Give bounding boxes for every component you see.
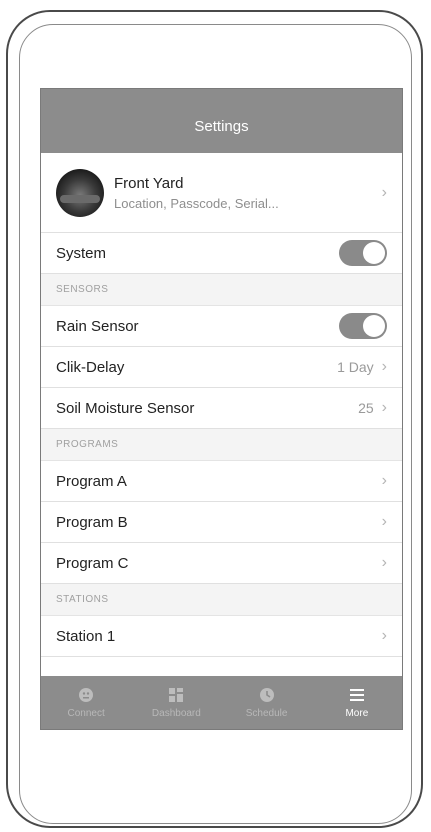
- menu-icon: [349, 686, 365, 704]
- tab-schedule[interactable]: Schedule: [227, 686, 307, 719]
- clock-icon: [259, 686, 275, 704]
- section-header-programs: PROGRAMS: [41, 429, 402, 461]
- program-c-label: Program C: [56, 554, 129, 572]
- connect-icon: [78, 686, 94, 704]
- station-row[interactable]: Station 1 ›: [41, 616, 402, 657]
- system-row: System: [41, 233, 402, 274]
- tab-bar: Connect Dashboard Schedule More: [41, 676, 402, 729]
- chevron-right-icon: ›: [381, 472, 387, 489]
- tab-more-label: More: [345, 708, 369, 719]
- profile-text: Front Yard Location, Passcode, Serial...: [114, 175, 382, 211]
- soil-moisture-row[interactable]: Soil Moisture Sensor 25 ›: [41, 388, 402, 429]
- system-label: System: [56, 244, 107, 262]
- tab-dashboard-label: Dashboard: [151, 708, 201, 719]
- program-b-label: Program B: [56, 513, 128, 531]
- tab-dashboard[interactable]: Dashboard: [136, 686, 216, 719]
- app-screen: Settings Front Yard Location, Passcode, …: [40, 88, 403, 730]
- clik-delay-row[interactable]: Clik-Delay 1 Day ›: [41, 347, 402, 388]
- controller-avatar: [56, 168, 104, 217]
- system-toggle[interactable]: [339, 240, 387, 266]
- controller-name: Front Yard: [114, 174, 184, 192]
- program-row[interactable]: Program C ›: [41, 543, 402, 584]
- clik-delay-label: Clik-Delay: [56, 358, 125, 376]
- controller-profile-row[interactable]: Front Yard Location, Passcode, Serial...…: [41, 153, 402, 233]
- program-row[interactable]: Program A ›: [41, 461, 402, 502]
- controller-details: Location, Passcode, Serial...: [114, 195, 279, 211]
- tab-connect-label: Connect: [67, 708, 105, 719]
- chevron-right-icon: ›: [381, 183, 387, 201]
- tab-more[interactable]: More: [317, 686, 397, 719]
- chevron-right-icon: ›: [381, 554, 387, 571]
- section-header-stations: STATIONS: [41, 584, 402, 616]
- rain-sensor-label: Rain Sensor: [56, 317, 139, 335]
- toggle-knob: [363, 315, 385, 337]
- chevron-right-icon: ›: [381, 513, 387, 530]
- tab-schedule-label: Schedule: [245, 708, 288, 719]
- clik-delay-value: 1 Day: [337, 359, 374, 375]
- nav-header: Settings: [41, 89, 402, 153]
- chevron-right-icon: ›: [381, 399, 387, 416]
- tab-connect[interactable]: Connect: [46, 686, 126, 719]
- page-title: Settings: [194, 118, 249, 135]
- program-row[interactable]: Program B ›: [41, 502, 402, 543]
- soil-moisture-label: Soil Moisture Sensor: [56, 399, 195, 417]
- toggle-knob: [363, 242, 385, 264]
- dashboard-icon: [168, 686, 184, 704]
- section-header-sensors: SENSORS: [41, 274, 402, 306]
- program-a-label: Program A: [56, 472, 127, 490]
- settings-list[interactable]: Front Yard Location, Passcode, Serial...…: [41, 153, 402, 676]
- soil-moisture-value: 25: [358, 400, 374, 416]
- station-1-label: Station 1: [56, 627, 116, 645]
- chevron-right-icon: ›: [381, 358, 387, 375]
- rain-sensor-toggle[interactable]: [339, 313, 387, 339]
- chevron-right-icon: ›: [381, 627, 387, 644]
- rain-sensor-row: Rain Sensor: [41, 306, 402, 347]
